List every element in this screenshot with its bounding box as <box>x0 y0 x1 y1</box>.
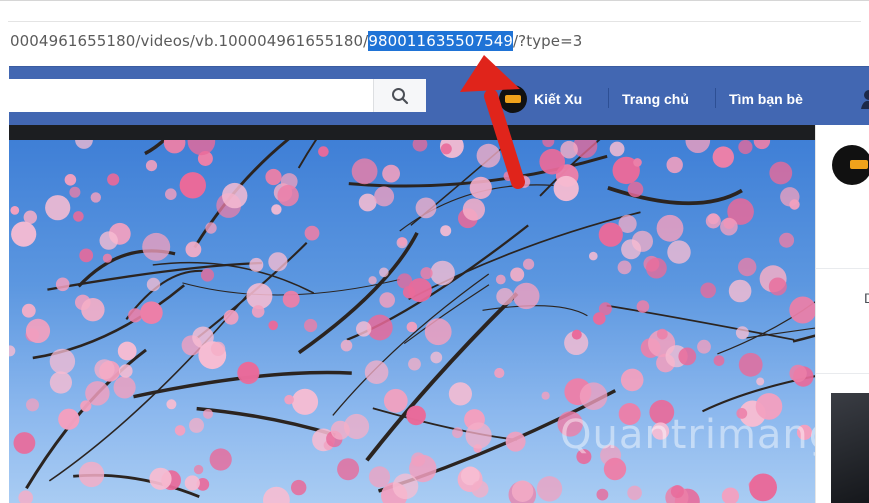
watermark-logo: Quantrimang <box>560 412 836 458</box>
panel-divider <box>816 373 869 374</box>
friends-icon[interactable] <box>859 89 869 109</box>
url-selected-id[interactable]: 980011635507549 <box>368 31 513 51</box>
browser-address-bar[interactable]: 0004961655180/videos/vb.100004961655180/… <box>0 0 869 66</box>
nav-divider <box>608 88 609 108</box>
toolbar-divider <box>8 21 861 22</box>
search-input[interactable] <box>9 79 426 112</box>
right-side-panel: D <box>815 125 869 503</box>
page-avatar[interactable] <box>832 145 869 185</box>
url-suffix: /?type=3 <box>513 32 583 50</box>
url-text[interactable]: 0004961655180/videos/vb.100004961655180/… <box>10 31 583 51</box>
facebook-header: Kiết Xu Trang chủ Tìm bạn bè <box>9 66 869 125</box>
video-top-bar <box>9 125 815 140</box>
nav-find-friends-link[interactable]: Tìm bạn bè <box>729 91 803 107</box>
panel-truncated-text: D <box>864 290 869 306</box>
panel-divider <box>816 268 869 269</box>
nav-divider <box>715 88 716 108</box>
video-thumbnail[interactable] <box>831 393 869 503</box>
profile-name: Kiết Xu <box>534 91 583 107</box>
search-icon <box>392 87 409 104</box>
avatar <box>499 85 527 113</box>
nav-home-link[interactable]: Trang chủ <box>622 91 689 107</box>
search-button[interactable] <box>373 79 426 112</box>
nav-profile-link[interactable]: Kiết Xu <box>499 84 582 114</box>
url-prefix: 0004961655180/videos/vb.100004961655180/ <box>10 32 369 50</box>
